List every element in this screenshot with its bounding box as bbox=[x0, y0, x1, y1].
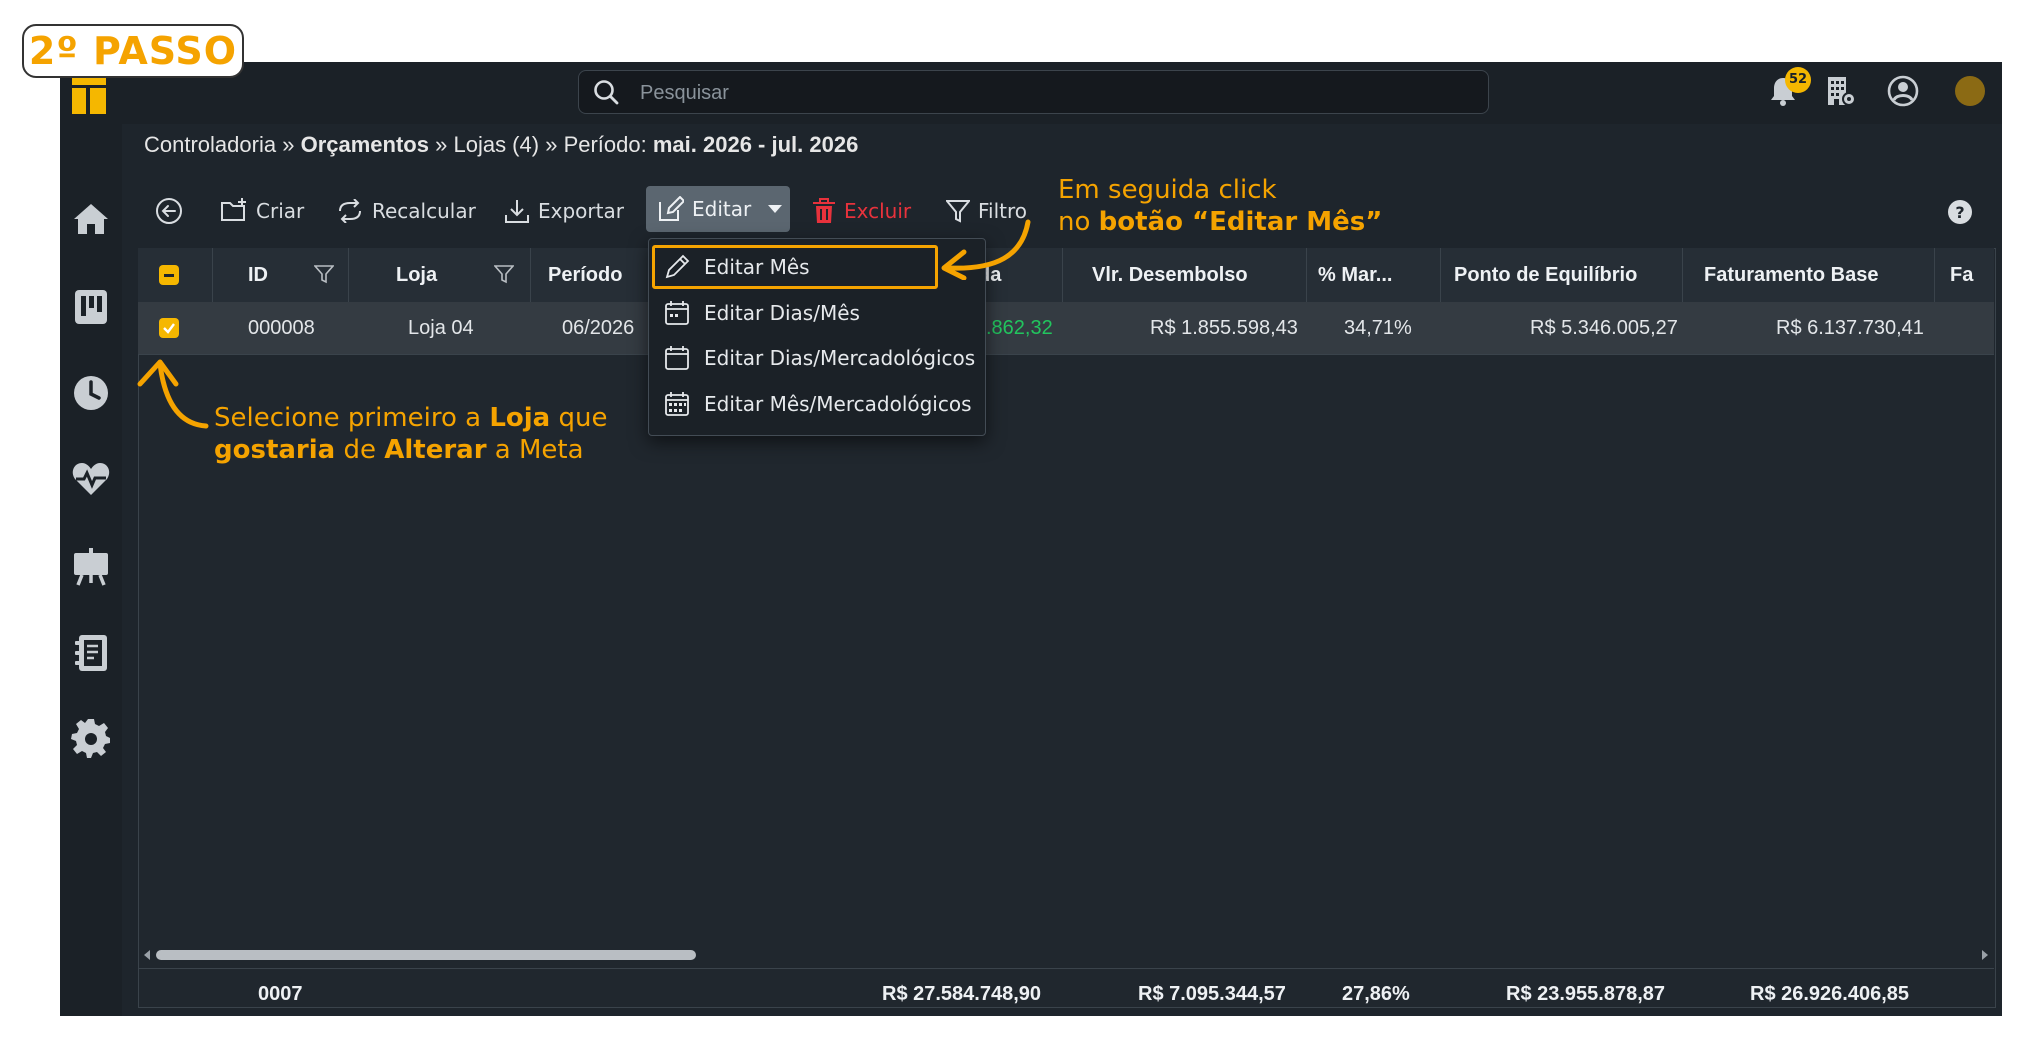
annotation-arrow-icon bbox=[941, 219, 1031, 280]
breadcrumb-controladoria[interactable]: Controladoria bbox=[144, 132, 276, 157]
select-all-checkbox[interactable] bbox=[159, 265, 179, 285]
scroll-left-icon[interactable] bbox=[142, 948, 152, 962]
cell-periodo: 06/2026 bbox=[562, 317, 635, 339]
menu-item-label: Editar Mês bbox=[704, 255, 810, 279]
trash-icon bbox=[813, 198, 835, 223]
column-header-faturamento[interactable]: Faturamento Base bbox=[1704, 248, 1879, 302]
avatar[interactable] bbox=[1955, 76, 1985, 106]
caret-down-icon bbox=[768, 205, 783, 213]
download-icon bbox=[505, 200, 529, 223]
checkmark-icon bbox=[163, 323, 175, 334]
column-header-loja[interactable]: Loja bbox=[396, 248, 437, 302]
footer-count: 0007 bbox=[258, 983, 303, 1005]
health-heart-icon[interactable] bbox=[70, 458, 112, 500]
annotation-select-store: Selecione primeiro a Loja que gostaria d… bbox=[214, 402, 607, 466]
presentation-board-icon[interactable] bbox=[70, 546, 112, 588]
cell-loja: Loja 04 bbox=[408, 317, 474, 339]
column-filter-icon[interactable] bbox=[494, 264, 514, 284]
annotation-arrow-icon bbox=[137, 359, 209, 429]
annotation-line: no botão “Editar Mês” bbox=[1058, 207, 1383, 237]
breadcrumb-period-value: mai. 2026 - jul. 2026 bbox=[652, 132, 859, 157]
column-header-periodo[interactable]: Período bbox=[548, 248, 622, 302]
clock-icon[interactable] bbox=[70, 372, 112, 414]
breadcrumb-period-label: Período: bbox=[563, 132, 647, 157]
menu-item-edit-days-merch[interactable]: Editar Dias/Mercadológicos bbox=[664, 338, 975, 378]
cell-desembolso: R$ 1.855.598,43 bbox=[1150, 317, 1298, 339]
export-button[interactable]: Exportar bbox=[504, 194, 624, 228]
data-table bbox=[138, 248, 1996, 1008]
menu-item-label: Editar Dias/Mês bbox=[704, 301, 860, 325]
breadcrumb-lojas[interactable]: Lojas (4) bbox=[453, 132, 539, 157]
delete-button[interactable]: Excluir bbox=[812, 194, 911, 228]
footer-total-5: R$ 26.926.406,85 bbox=[1750, 983, 1910, 1005]
pencil-icon bbox=[665, 254, 690, 279]
edit-pencil-icon bbox=[659, 196, 684, 221]
edit-label: Editar bbox=[692, 197, 752, 221]
recalculate-button[interactable]: Recalcular bbox=[336, 194, 476, 228]
menu-item-label: Editar Mês/Mercadológicos bbox=[704, 392, 972, 416]
create-label: Criar bbox=[256, 199, 305, 223]
menu-item-edit-month[interactable]: Editar Mês bbox=[664, 247, 810, 287]
settings-gear-icon[interactable] bbox=[70, 718, 112, 760]
annotation-line: Selecione primeiro a Loja que bbox=[214, 403, 608, 433]
annotation-line: gostaria de Alterar a Meta bbox=[214, 435, 584, 465]
breadcrumb-separator: » bbox=[545, 132, 558, 157]
delete-label: Excluir bbox=[844, 199, 912, 223]
refresh-icon bbox=[339, 199, 361, 223]
address-book-icon[interactable] bbox=[70, 632, 112, 674]
annotation-line: Em seguida click bbox=[1058, 175, 1277, 205]
cell-faturamento: R$ 6.137.730,41 bbox=[1776, 317, 1924, 339]
calendar-days-icon bbox=[665, 301, 689, 325]
breadcrumb: Controladoria » Orçamentos » Lojas (4) »… bbox=[144, 132, 858, 158]
annotation-click-edit-month: Em seguida click no botão “Editar Mês” bbox=[1058, 174, 1382, 238]
calendar-grid-icon bbox=[665, 392, 689, 416]
back-arrow-icon[interactable] bbox=[154, 196, 184, 226]
footer-total-3: 27,86% bbox=[1342, 983, 1410, 1005]
table-footer-divider bbox=[138, 968, 1994, 969]
cell-equilibrio: R$ 5.346.005,27 bbox=[1530, 317, 1678, 339]
home-icon[interactable] bbox=[70, 198, 112, 240]
step-badge: 2º PASSO bbox=[22, 24, 244, 78]
menu-item-label: Editar Dias/Mercadológicos bbox=[704, 346, 976, 370]
folder-plus-icon bbox=[221, 198, 246, 221]
footer-total-2: R$ 7.095.344,57 bbox=[1138, 983, 1286, 1005]
column-header-id[interactable]: ID bbox=[248, 248, 268, 302]
help-icon[interactable]: ? bbox=[1946, 198, 1974, 226]
edit-dropdown-button[interactable]: Editar bbox=[646, 186, 790, 232]
calendar-blank-icon bbox=[665, 346, 689, 370]
menu-item-edit-days-month[interactable]: Editar Dias/Mês bbox=[664, 293, 860, 333]
kanban-board-icon[interactable] bbox=[70, 286, 112, 328]
recalculate-label: Recalcular bbox=[372, 199, 476, 223]
breadcrumb-separator: » bbox=[435, 132, 448, 157]
search-input[interactable] bbox=[638, 72, 1462, 114]
search-icon bbox=[594, 80, 619, 105]
user-account-icon[interactable] bbox=[1886, 74, 1920, 108]
column-header-desembolso[interactable]: Vlr. Desembolso bbox=[1092, 248, 1248, 302]
breadcrumb-separator: » bbox=[282, 132, 295, 157]
notification-count-badge: 52 bbox=[1785, 67, 1811, 93]
column-header-equilibrio[interactable]: Ponto de Equilíbrio bbox=[1454, 248, 1637, 302]
cell-margem: 34,71% bbox=[1344, 317, 1412, 339]
scrollbar-thumb[interactable] bbox=[156, 950, 696, 960]
breadcrumb-orcamentos[interactable]: Orçamentos bbox=[301, 132, 429, 157]
cell-id: 000008 bbox=[248, 317, 315, 339]
footer-total-4: R$ 23.955.878,87 bbox=[1506, 983, 1666, 1005]
column-header-margem[interactable]: % Mar... bbox=[1318, 248, 1392, 302]
cell-partial-value: .862,32 bbox=[986, 317, 1053, 339]
create-button[interactable]: Criar bbox=[220, 194, 304, 228]
scroll-right-icon[interactable] bbox=[1980, 948, 1990, 962]
row-checkbox[interactable] bbox=[159, 318, 179, 338]
column-header-more[interactable]: Fa bbox=[1950, 248, 1973, 302]
column-filter-icon[interactable] bbox=[314, 264, 334, 284]
export-label: Exportar bbox=[538, 199, 624, 223]
footer-total-1: R$ 27.584.748,90 bbox=[882, 983, 1042, 1005]
app-logo-icon bbox=[72, 76, 106, 114]
menu-item-edit-month-merch[interactable]: Editar Mês/Mercadológicos bbox=[664, 384, 972, 424]
building-settings-icon[interactable] bbox=[1824, 74, 1858, 108]
svg-text:?: ? bbox=[1955, 203, 1964, 222]
